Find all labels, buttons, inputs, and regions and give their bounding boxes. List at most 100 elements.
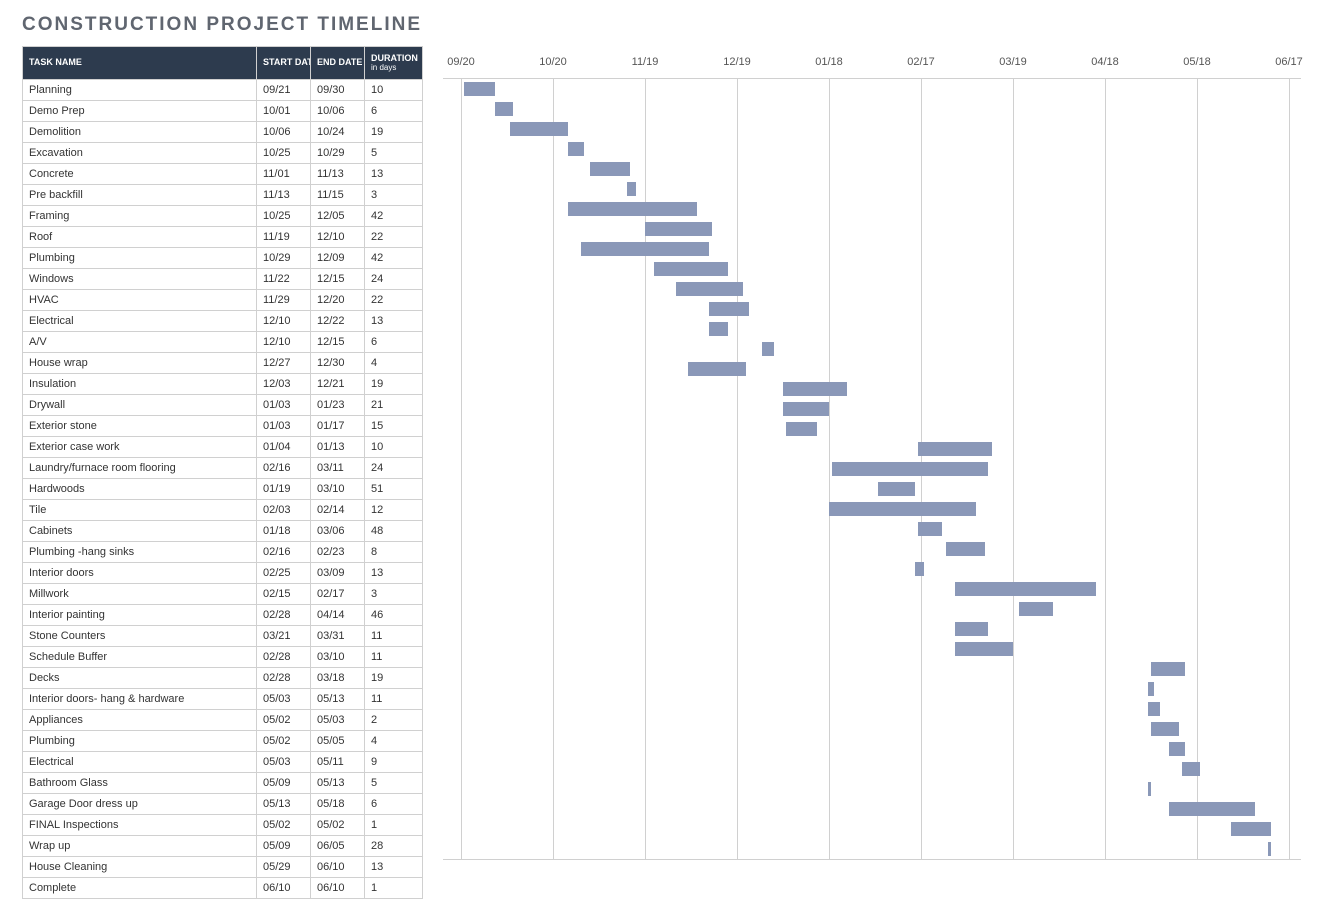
cell-value: 03/18 [311,668,365,689]
cell-task-name: Excavation [23,143,257,164]
cell-task-name: Schedule Buffer [23,647,257,668]
cell-task-name: Electrical [23,311,257,332]
cell-value: 28 [365,836,423,857]
cell-value: 11/15 [311,185,365,206]
cell-value: 01/17 [311,416,365,437]
gantt-row [443,419,1301,439]
cell-value: 19 [365,374,423,395]
axis-tick: 11/19 [632,46,659,78]
gantt-row [443,339,1301,359]
table-row: Roof11/1912/1022 [23,227,423,248]
cell-task-name: Demolition [23,122,257,143]
gantt-row [443,299,1301,319]
gantt-bar [1268,842,1271,856]
gantt-row [443,559,1301,579]
gantt-bar [1148,782,1151,796]
table-row: Drywall01/0301/2321 [23,395,423,416]
gantt-row [443,399,1301,419]
cell-value: 19 [365,668,423,689]
cell-value: 10/01 [257,101,311,122]
cell-value: 11/01 [257,164,311,185]
col-end-date: END DATE [311,47,365,80]
gantt-row [443,779,1301,799]
axis-tick: 05/18 [1183,46,1211,78]
cell-value: 06/10 [311,878,365,899]
table-row: Laundry/furnace room flooring02/1603/112… [23,458,423,479]
cell-task-name: Demo Prep [23,101,257,122]
cell-value: 11 [365,689,423,710]
cell-value: 12/15 [311,332,365,353]
cell-value: 42 [365,206,423,227]
table-row: Interior doors- hang & hardware05/0305/1… [23,689,423,710]
gantt-row [443,659,1301,679]
table-row: A/V12/1012/156 [23,332,423,353]
gantt-bar [709,322,727,336]
col-task-name: TASK NAME [23,47,257,80]
cell-value: 05/11 [311,752,365,773]
cell-value: 02/28 [257,647,311,668]
gantt-bar [762,342,774,356]
cell-value: 12/09 [311,248,365,269]
col-start-date: START DATE [257,47,311,80]
cell-task-name: HVAC [23,290,257,311]
cell-value: 02/16 [257,542,311,563]
table-row: Electrical12/1012/2213 [23,311,423,332]
cell-task-name: Appliances [23,710,257,731]
cell-task-name: Drywall [23,395,257,416]
cell-value: 01/03 [257,395,311,416]
cell-value: 24 [365,269,423,290]
gantt-row [443,219,1301,239]
cell-value: 04/14 [311,605,365,626]
gantt-row [443,679,1301,699]
cell-task-name: Interior doors [23,563,257,584]
gantt-row [443,119,1301,139]
cell-task-name: Exterior stone [23,416,257,437]
cell-value: 3 [365,584,423,605]
table-row: Tile02/0302/1412 [23,500,423,521]
gantt-row [443,739,1301,759]
gantt-row [443,279,1301,299]
gantt-row [443,579,1301,599]
gantt-bar [464,82,495,96]
cell-task-name: Garage Door dress up [23,794,257,815]
content-layout: TASK NAME START DATE END DATE DURATION i… [22,46,1301,899]
gantt-row [443,519,1301,539]
cell-value: 02/03 [257,500,311,521]
cell-value: 12/05 [311,206,365,227]
cell-task-name: Exterior case work [23,437,257,458]
cell-value: 05/03 [257,752,311,773]
table-row: Decks02/2803/1819 [23,668,423,689]
cell-value: 05/13 [257,794,311,815]
table-row: Electrical05/0305/119 [23,752,423,773]
cell-value: 12/03 [257,374,311,395]
table-row: House wrap12/2712/304 [23,353,423,374]
gantt-bar [832,462,988,476]
page-title: CONSTRUCTION PROJECT TIMELINE [22,14,1301,36]
cell-task-name: Laundry/furnace room flooring [23,458,257,479]
cell-value: 10/25 [257,206,311,227]
cell-value: 3 [365,185,423,206]
table-row: Wrap up05/0906/0528 [23,836,423,857]
gantt-bar [1151,722,1179,736]
cell-value: 11 [365,626,423,647]
cell-value: 12/20 [311,290,365,311]
table-row: Framing10/2512/0542 [23,206,423,227]
cell-value: 13 [365,164,423,185]
gantt-row [443,239,1301,259]
cell-value: 05/13 [311,689,365,710]
table-header-row: TASK NAME START DATE END DATE DURATION i… [23,47,423,80]
cell-value: 06/10 [311,857,365,878]
gantt-bar [568,202,697,216]
gantt-row [443,439,1301,459]
gantt-row [443,79,1301,99]
gantt-bar [955,622,989,636]
cell-value: 10/06 [311,101,365,122]
cell-value: 5 [365,773,423,794]
table-row: Plumbing -hang sinks02/1602/238 [23,542,423,563]
cell-task-name: Plumbing [23,731,257,752]
cell-value: 11 [365,647,423,668]
cell-task-name: Insulation [23,374,257,395]
cell-value: 02/17 [311,584,365,605]
table-row: House Cleaning05/2906/1013 [23,857,423,878]
cell-task-name: Interior doors- hang & hardware [23,689,257,710]
